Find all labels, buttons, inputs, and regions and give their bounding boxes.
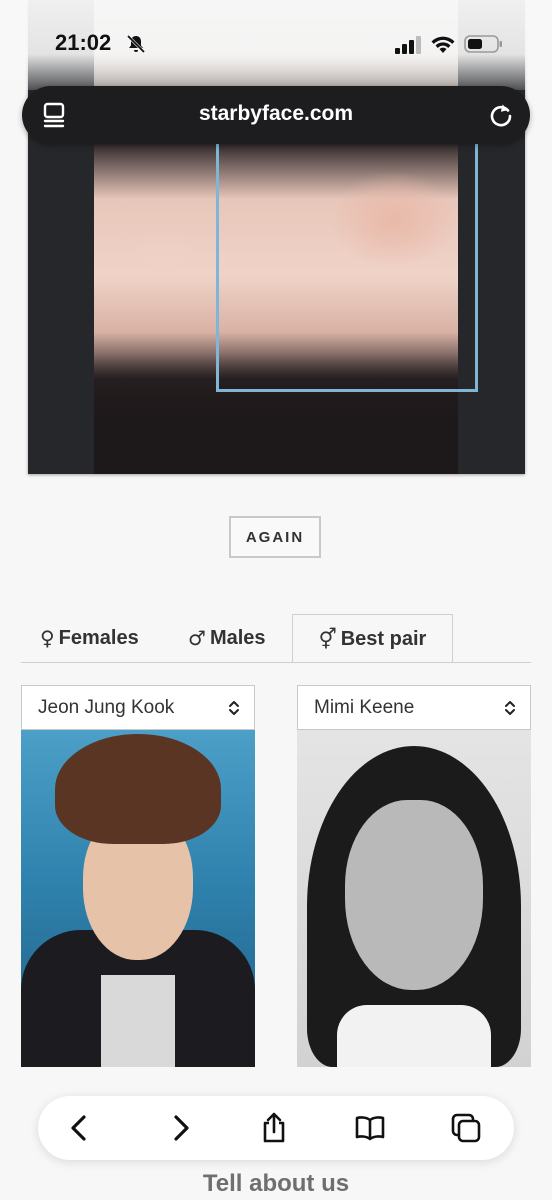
female-symbol-icon: ♀	[40, 626, 55, 650]
chevron-updown-icon	[229, 701, 239, 715]
tell-about-us-heading: Tell about us	[202, 1170, 350, 1197]
left-celebrity-select[interactable]: Jeon Jung Kook	[21, 685, 255, 730]
url-text[interactable]: starbyface.com	[22, 102, 530, 126]
again-button[interactable]: AGAIN	[229, 516, 321, 558]
face-detection-box	[216, 128, 478, 392]
right-celebrity-photo	[297, 730, 531, 1067]
reload-icon[interactable]	[488, 101, 514, 129]
chevron-updown-icon	[505, 701, 515, 715]
battery-icon	[464, 35, 502, 53]
wifi-icon	[431, 36, 455, 53]
male-symbol-icon: ♂	[188, 626, 206, 650]
back-icon[interactable]	[64, 1112, 96, 1144]
right-celebrity-select[interactable]: Mimi Keene	[297, 685, 531, 730]
tab-males-label: Males	[209, 626, 266, 649]
left-celebrity-photo	[21, 730, 255, 1067]
forward-icon[interactable]	[164, 1112, 196, 1144]
right-celebrity-name: Mimi Keene	[314, 696, 415, 718]
address-bar[interactable]: starbyface.com	[22, 86, 530, 144]
tab-divider	[21, 662, 531, 663]
tab-best-pair[interactable]: ⚥ Best pair	[292, 614, 453, 663]
browser-toolbar	[38, 1096, 514, 1160]
cellular-signal-icon	[395, 36, 421, 54]
share-icon[interactable]	[258, 1112, 290, 1144]
bell-muted-icon	[126, 34, 146, 54]
tabs-overview-icon[interactable]	[450, 1112, 482, 1144]
bookmarks-icon[interactable]	[354, 1112, 386, 1144]
tab-females[interactable]: ♀ Females	[40, 614, 139, 662]
tab-males[interactable]: ♂ Males	[188, 614, 266, 662]
status-time: 21:02	[55, 30, 112, 55]
pair-symbol-icon: ⚥	[318, 627, 337, 651]
tab-best-pair-label: Best pair	[340, 627, 427, 650]
left-celebrity-name: Jeon Jung Kook	[38, 696, 175, 718]
tab-females-label: Females	[58, 626, 139, 649]
status-bar: 21:02	[0, 0, 552, 90]
